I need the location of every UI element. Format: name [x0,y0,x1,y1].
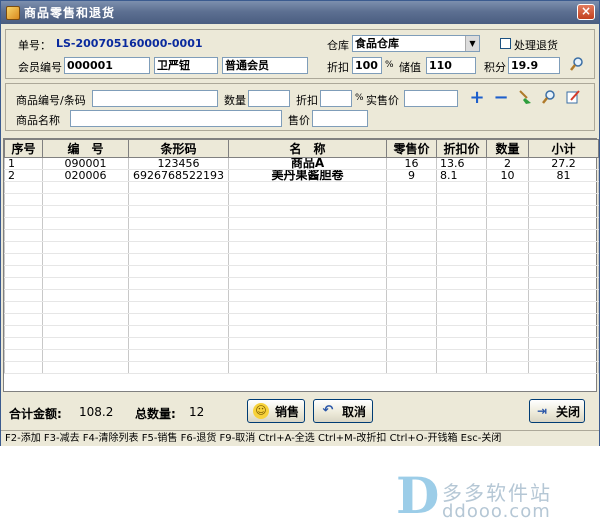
column-header[interactable]: 小计 [528,139,599,158]
cell-retail-price: 9 [386,169,437,182]
total-qty-label: 总数量: [135,407,176,421]
code-label: 商品编号/条码 [16,94,86,107]
clear-list-button[interactable] [516,89,534,107]
column-header[interactable]: 折扣价 [436,139,487,158]
cell-seq: 2 [4,169,43,182]
member-discount-field: 100 [352,57,382,74]
sales-window: 商品零售和退货 × 单号： LS-200705160000-0001 仓库 食品… [0,0,600,522]
qty-label: 数量 [224,94,246,107]
column-header[interactable]: 编 号 [42,139,129,158]
cell-subtotal: 81 [528,169,599,182]
member-discount-label: 折扣 [327,61,349,74]
cell-code: 020006 [42,169,129,182]
minus-icon: − [493,87,509,108]
stored-value-field: 110 [426,57,476,74]
sales-items-table[interactable]: 序号 编 号 条形码 名 称 零售价 折扣价 数量 小计 1 090001 12… [3,138,599,522]
order-no-label: 单号： [18,39,51,52]
window-title: 商品零售和退货 [24,6,116,20]
cell-subtotal: 27.2 [528,157,599,170]
cell-discount-price: 8.1 [436,169,487,182]
cell-barcode: 123456 [128,157,229,170]
app-icon [6,5,20,20]
close-button-label: 关闭 [555,404,580,419]
sell-button-label: 销售 [274,404,299,419]
stored-value-label: 储值 [399,61,421,74]
code-input[interactable] [92,90,218,107]
edit-icon [566,90,580,104]
column-header[interactable]: 零售价 [386,139,437,158]
price-input[interactable] [312,110,368,127]
actual-price-label: 实售价 [366,94,399,107]
totals-bar: 合计金额: 108.2 总数量: 12 ☺ 销售 ↶ 取消 ⇥ 关闭 [3,395,597,429]
name-input[interactable] [70,110,282,127]
member-no-label: 会员编号 [18,61,62,74]
cell-barcode: 6926768522193 [128,169,229,182]
cell-retail-price: 16 [386,157,437,170]
member-search-button[interactable] [568,56,586,74]
exit-door-icon: ⇥ [536,404,548,418]
search-icon [570,57,583,71]
chevron-down-icon[interactable]: ▼ [465,36,479,51]
order-header-panel: 单号： LS-200705160000-0001 仓库 食品仓库 ▼ 处理退货 … [5,29,595,79]
title-bar: 商品零售和退货 × [1,1,599,24]
column-header[interactable]: 数量 [486,139,529,158]
remove-item-button[interactable]: − [492,89,510,107]
percent-sign: % [385,60,394,70]
cancel-button-label: 取消 [341,404,366,419]
entry-percent-sign: % [355,93,364,103]
table-row[interactable]: 1 090001 123456 商品A 16 13.6 2 27.2 [4,157,599,170]
smiley-icon: ☺ [252,403,269,419]
actual-price-input[interactable] [404,90,458,107]
edit-item-button[interactable] [564,89,582,107]
warehouse-label: 仓库 [327,39,349,52]
member-level-field: 普通会员 [222,57,308,74]
name-label: 商品名称 [16,114,60,127]
entry-discount-label: 折扣 [296,94,318,107]
broom-icon [519,90,531,104]
cell-name: 美丹果酱胆卷 [228,169,387,182]
price-label: 售价 [288,114,310,127]
return-label: 处理退货 [514,39,558,52]
close-window-button[interactable]: × [577,4,595,20]
item-search-button[interactable] [540,89,558,107]
warehouse-value: 食品仓库 [355,37,399,50]
plus-icon: + [469,87,485,108]
column-header[interactable]: 条形码 [128,139,229,158]
item-entry-panel: 商品编号/条码 数量 折扣 % 实售价 + − 商品名称 售价 [5,83,595,131]
cell-code: 090001 [42,157,129,170]
cell-qty: 2 [486,157,529,170]
total-qty-value: 12 [189,405,205,419]
empty-rows [4,181,599,374]
total-amount-label: 合计金额: [9,407,62,421]
warehouse-select[interactable]: 食品仓库 ▼ [352,35,480,52]
table-header-row: 序号 编 号 条形码 名 称 零售价 折扣价 数量 小计 [4,139,599,158]
watermark-logo: D 多多软件站 ddooo.com [396,471,596,527]
cancel-button[interactable]: ↶ 取消 [313,399,373,423]
cell-name: 商品A [228,157,387,170]
add-item-button[interactable]: + [468,89,486,107]
points-label: 积分 [484,61,506,74]
table-row[interactable]: 2 020006 6926768522193 美丹果酱胆卷 9 8.1 10 8… [4,169,599,182]
member-name-field: 卫严钮 [154,57,218,74]
cell-seq: 1 [4,157,43,170]
entry-discount-input[interactable] [320,90,352,107]
watermark-url: ddooo.com [442,501,551,522]
watermark-d-icon: D [396,466,440,525]
cell-qty: 10 [486,169,529,182]
points-field: 19.9 [508,57,560,74]
return-checkbox[interactable] [500,38,511,49]
shortcut-status-bar: F2-添加 F3-减去 F4-清除列表 F5-销售 F6-退货 F9-取消 Ct… [1,430,599,446]
close-button[interactable]: ⇥ 关闭 [529,399,585,423]
qty-input[interactable] [248,90,290,107]
order-no-value: LS-200705160000-0001 [56,37,203,50]
cell-discount-price: 13.6 [436,157,487,170]
member-no-field[interactable]: 000001 [64,57,150,74]
sell-button[interactable]: ☺ 销售 [247,399,305,423]
total-amount-value: 108.2 [79,405,114,419]
search-icon [542,90,555,104]
column-header[interactable]: 名 称 [228,139,387,158]
column-header[interactable]: 序号 [4,139,43,158]
undo-icon: ↶ [322,403,334,418]
